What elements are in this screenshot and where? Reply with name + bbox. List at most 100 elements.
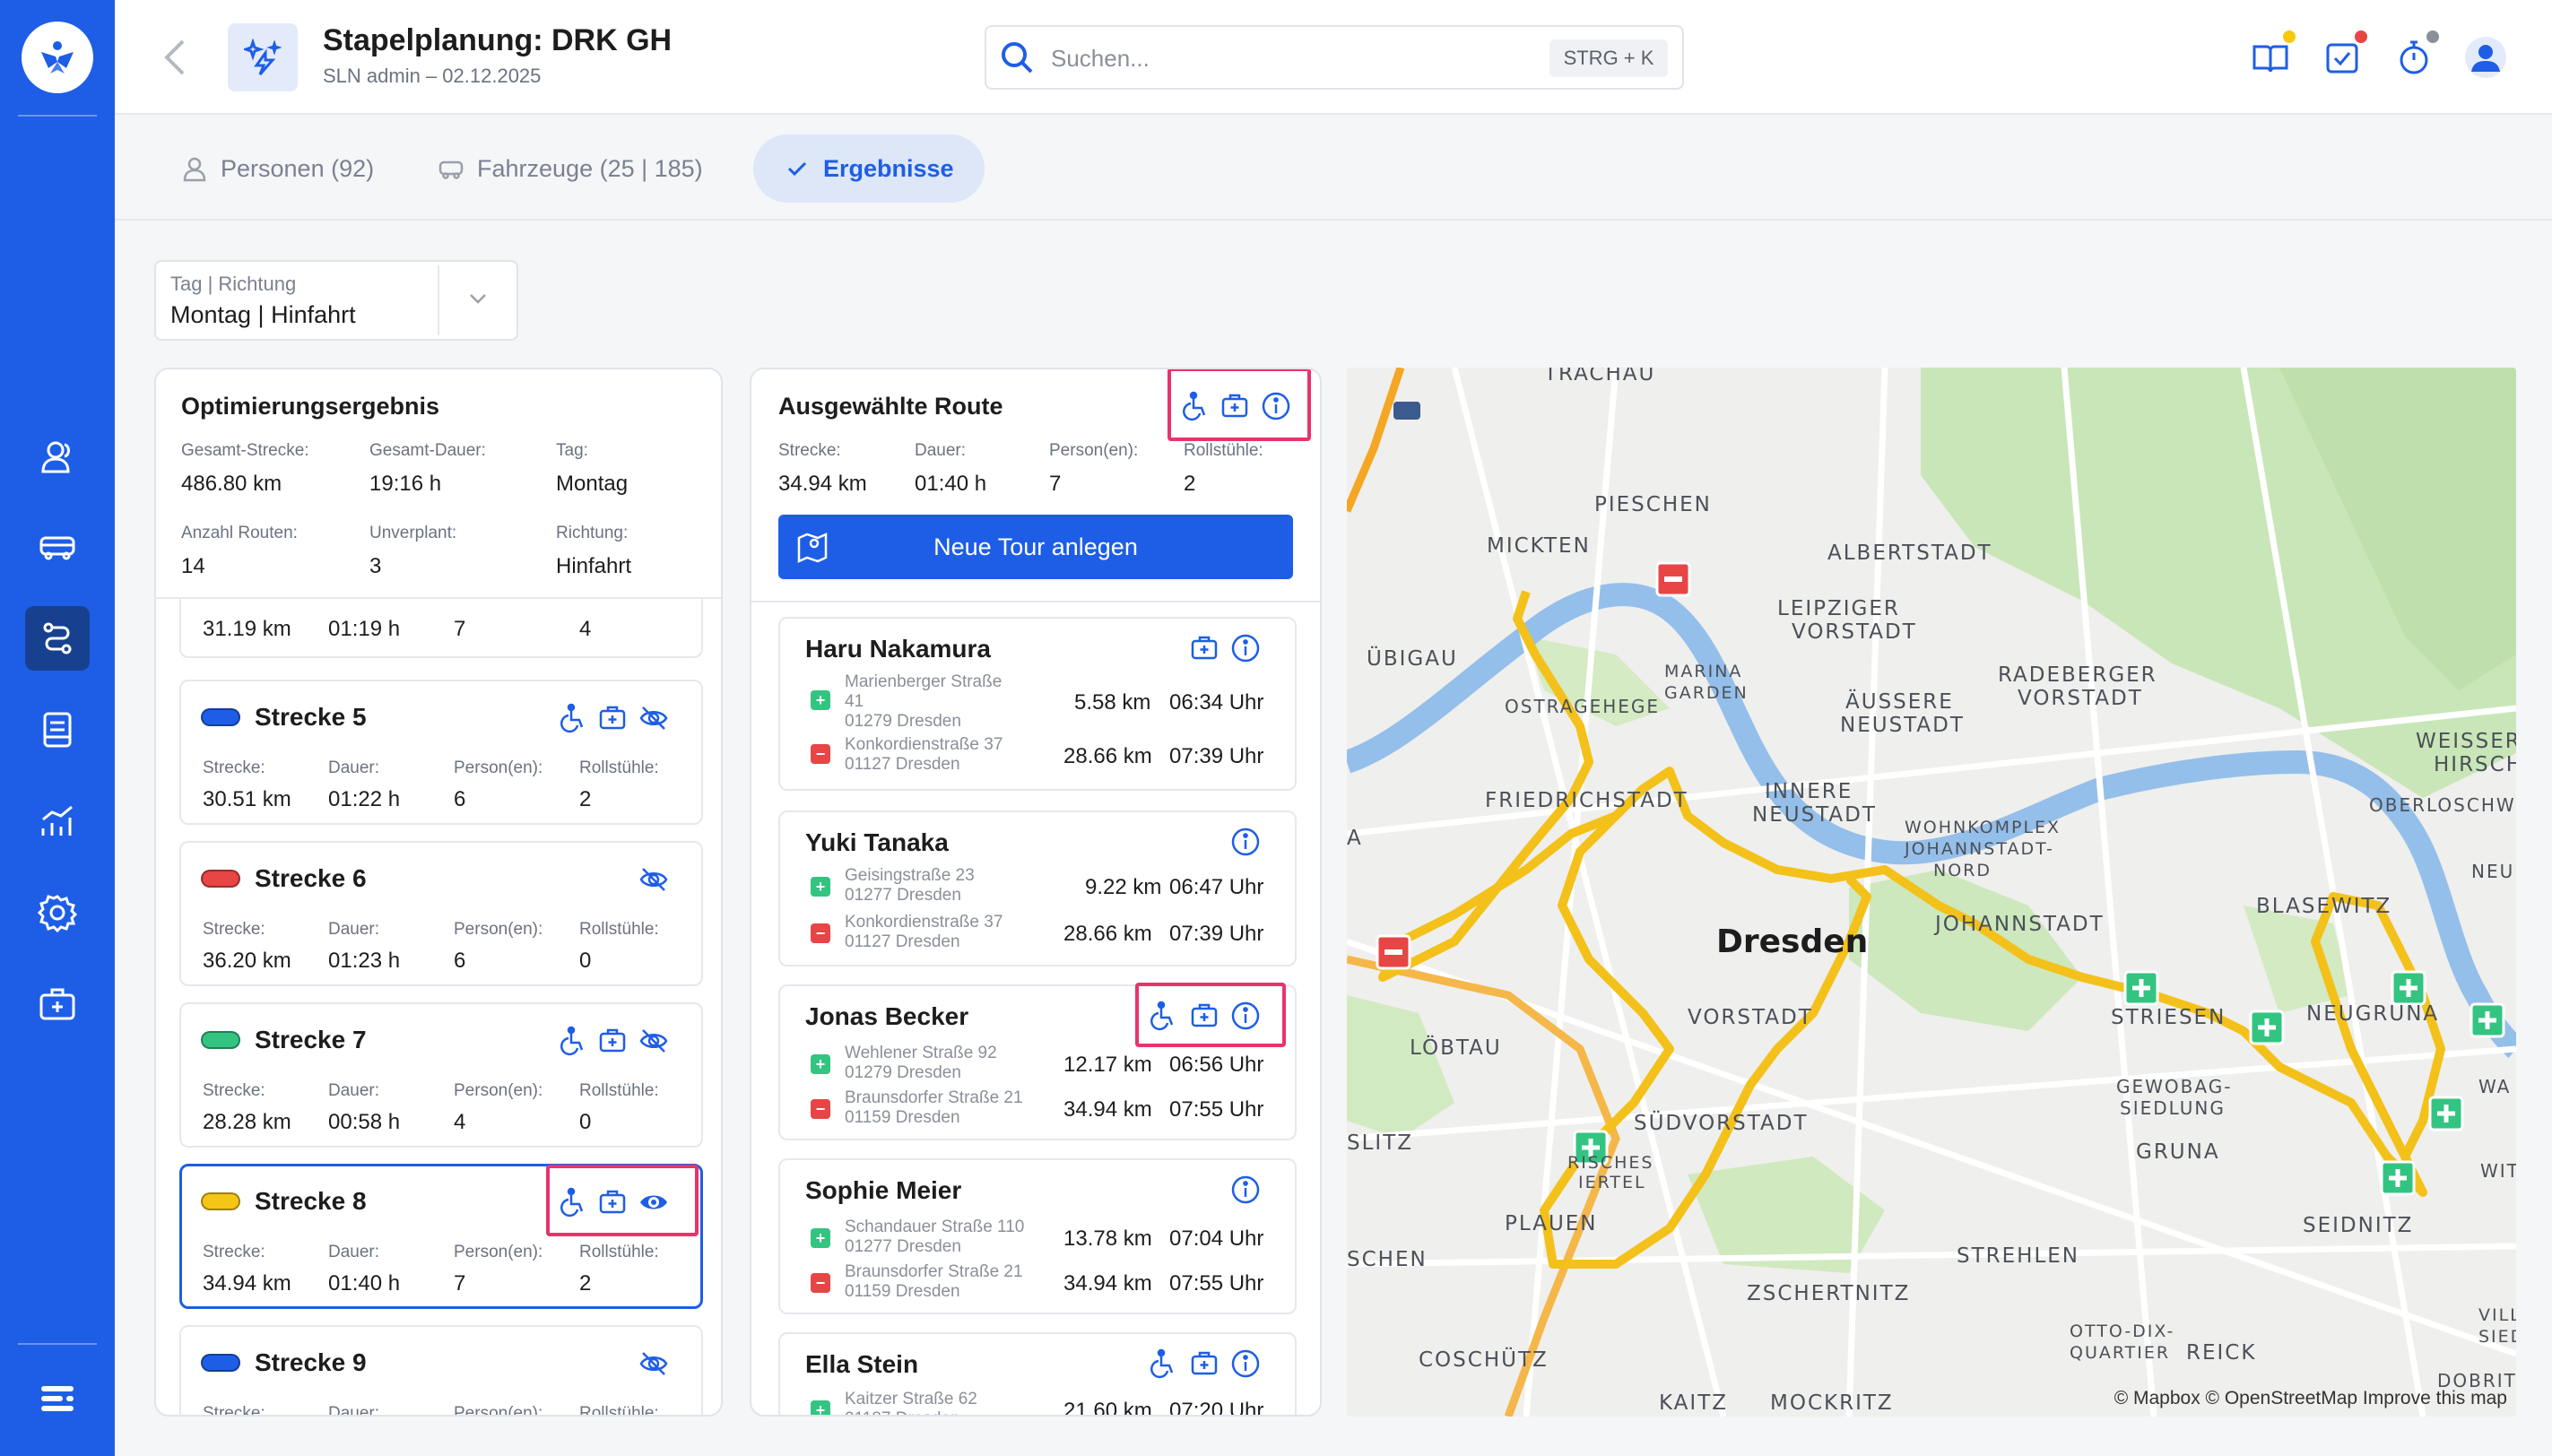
stat-label: Tag: bbox=[556, 441, 588, 460]
sparkle-route-icon bbox=[244, 39, 282, 75]
tab-results[interactable]: Ergebnisse bbox=[753, 134, 985, 203]
route-card-5[interactable]: Strecke 5 Strecke: Dauer: Person(en): Ro… bbox=[179, 680, 703, 825]
sidebar-collapse-button[interactable] bbox=[25, 1366, 90, 1431]
chevron-down-icon[interactable] bbox=[464, 285, 491, 312]
sidebar-item-medical[interactable] bbox=[25, 972, 90, 1036]
dropoff-icon: − bbox=[811, 923, 830, 943]
medical-kit-icon[interactable] bbox=[1189, 1001, 1220, 1031]
tab-vehicles[interactable]: Fahrzeuge (25 | 185) bbox=[438, 134, 703, 203]
route-personen-label: Person(en): bbox=[454, 1404, 543, 1417]
wheelchair-icon[interactable] bbox=[558, 703, 588, 733]
route-color-pill bbox=[201, 1031, 240, 1049]
dropoff-address: Braunsdorfer Straße 21 01159 Dresden bbox=[845, 1088, 1023, 1127]
stat-value: 7 bbox=[1049, 472, 1062, 496]
route-rollstuehle-label: Rollstühle: bbox=[579, 1081, 659, 1100]
map-label: NEUSTADT bbox=[1840, 714, 1965, 737]
map-label: A bbox=[1347, 827, 1363, 850]
route-card-7[interactable]: Strecke 7 Strecke: Dauer: Person(en): Ro… bbox=[179, 1002, 703, 1148]
map-label: PIESCHEN bbox=[1594, 493, 1712, 516]
map-label: ÄUSSERE bbox=[1845, 690, 1954, 714]
route-strecke-value: 31.19 km bbox=[203, 617, 291, 641]
manual-button[interactable] bbox=[2251, 38, 2290, 77]
sidebar-item-plans[interactable] bbox=[25, 698, 90, 762]
route-strecke-value: 36.20 km bbox=[203, 949, 291, 973]
map-label: SIED bbox=[2478, 1327, 2516, 1347]
person-card[interactable]: Sophie Meier + Schandauer Straße 110 0127… bbox=[778, 1158, 1297, 1314]
map-label: GRUNA bbox=[2136, 1140, 2220, 1164]
eye-off-icon[interactable] bbox=[638, 1348, 669, 1379]
app-logo[interactable] bbox=[22, 22, 93, 93]
sidebar-item-vehicles[interactable] bbox=[25, 515, 90, 579]
map-label: OTTO-DIX- bbox=[2070, 1322, 2175, 1341]
wheelchair-icon[interactable] bbox=[558, 1187, 588, 1218]
wheelchair-icon[interactable] bbox=[558, 1026, 588, 1056]
pickup-icon: + bbox=[811, 690, 830, 710]
route-strecke-value: 30.51 km bbox=[203, 787, 291, 811]
map-label: ZSCHERTNITZ bbox=[1747, 1282, 1911, 1305]
medical-kit-icon[interactable] bbox=[597, 1026, 628, 1056]
route-card-9[interactable]: Strecke 9 Strecke: Dauer: Person(en): Ro… bbox=[179, 1325, 703, 1417]
person-card[interactable]: Ella Stein + Kaitzer Straße 6201187 Dres… bbox=[778, 1332, 1297, 1415]
medical-kit-icon[interactable] bbox=[1220, 391, 1250, 421]
route-list[interactable]: 31.19 km 01:19 h 7 4 Strecke 5 Strecke: … bbox=[156, 599, 721, 1417]
selected-route-panel: Ausgewählte Route Strecke: 34.94 km Daue… bbox=[750, 368, 1322, 1417]
map-label: RADEBERGER bbox=[1998, 663, 2157, 687]
tab-persons[interactable]: Personen (92) bbox=[181, 134, 374, 203]
person-card[interactable]: Jonas Becker + Wehlener Straße 92 01279 D… bbox=[778, 983, 1297, 1140]
route-color-pill bbox=[201, 1354, 240, 1372]
map-label: VORSTADT bbox=[1688, 1006, 1813, 1029]
new-tour-button[interactable]: Neue Tour anlegen bbox=[778, 515, 1293, 579]
wheelchair-icon[interactable] bbox=[1148, 1001, 1178, 1031]
medical-kit-icon[interactable] bbox=[1189, 1348, 1220, 1379]
eye-icon[interactable] bbox=[638, 1187, 669, 1218]
divider bbox=[751, 601, 1320, 602]
tab-vehicles-label: Fahrzeuge (25 | 185) bbox=[477, 154, 703, 182]
person-icon bbox=[183, 157, 206, 182]
route-card[interactable]: 31.19 km 01:19 h 7 4 bbox=[179, 599, 703, 658]
tab-results-label: Ergebnisse bbox=[823, 154, 954, 182]
info-icon[interactable] bbox=[1230, 1001, 1261, 1031]
chevron-left-icon bbox=[164, 39, 185, 75]
route-rollstuehle-label: Rollstühle: bbox=[579, 758, 659, 777]
route-dauer-label: Dauer: bbox=[328, 758, 380, 777]
map-label: OBERLOSCHWITZ bbox=[2369, 794, 2516, 816]
map-label: QUARTIER bbox=[2070, 1343, 2171, 1363]
map-label: SCHEN bbox=[1347, 1248, 1428, 1271]
wheelchair-icon[interactable] bbox=[1180, 391, 1211, 421]
eye-off-icon[interactable] bbox=[638, 703, 669, 733]
back-button[interactable] bbox=[158, 34, 194, 81]
medical-kit-icon[interactable] bbox=[597, 703, 628, 733]
map-attribution[interactable]: © Mapbox © OpenStreetMap Improve this ma… bbox=[2114, 1388, 2507, 1409]
info-icon[interactable] bbox=[1230, 1174, 1261, 1205]
sidebar-item-persons[interactable] bbox=[25, 425, 90, 490]
dropoff-time: 07:55 Uhr bbox=[1169, 1271, 1264, 1296]
route-map[interactable]: TRACHAU PIESCHEN MICKTEN ALBERTSTADT ÜBI… bbox=[1347, 368, 2516, 1417]
medical-kit-icon[interactable] bbox=[1189, 633, 1220, 663]
user-avatar[interactable] bbox=[2464, 36, 2507, 79]
route-card-6[interactable]: Strecke 6 Strecke: Dauer: Person(en): Ro… bbox=[179, 841, 703, 986]
route-card-8[interactable]: Strecke 8 Strecke: Dauer: Person(en): Ro… bbox=[179, 1164, 703, 1309]
info-icon[interactable] bbox=[1230, 827, 1261, 857]
eye-off-icon[interactable] bbox=[638, 864, 669, 895]
sidebar-item-routes[interactable] bbox=[25, 606, 90, 671]
person-card[interactable]: Yuki Tanaka + Geisingstraße 23 01277 Dres… bbox=[778, 810, 1297, 966]
person-card[interactable]: Haru Nakamura + Marienberger Straße 41 012… bbox=[778, 617, 1297, 791]
info-icon[interactable] bbox=[1230, 1348, 1261, 1379]
info-icon[interactable] bbox=[1261, 391, 1291, 421]
sidebar-item-settings[interactable] bbox=[25, 880, 90, 945]
timer-button[interactable] bbox=[2394, 38, 2434, 77]
route-rollstuehle-label: Rollstühle: bbox=[579, 1243, 659, 1261]
wheelchair-icon[interactable] bbox=[1148, 1348, 1178, 1379]
sidebar-item-statistics[interactable] bbox=[25, 789, 90, 854]
stat-label: Person(en): bbox=[1049, 441, 1139, 460]
pickup-address: Schandauer Straße 110 01277 Dresden bbox=[845, 1218, 1025, 1256]
tasks-button[interactable] bbox=[2322, 38, 2362, 77]
medical-kit-icon[interactable] bbox=[597, 1187, 628, 1218]
search-input[interactable]: Suchen... bbox=[1051, 45, 1150, 73]
map-label: FRIEDRICHSTADT bbox=[1485, 789, 1688, 812]
optimization-result-panel: Optimierungsergebnis Gesamt-Strecke: 486… bbox=[154, 368, 723, 1417]
info-icon[interactable] bbox=[1230, 633, 1261, 663]
dropoff-address: Braunsdorfer Straße 21 01159 Dresden bbox=[845, 1262, 1023, 1301]
eye-off-icon[interactable] bbox=[638, 1026, 669, 1056]
map-label: VORSTADT bbox=[2018, 687, 2143, 710]
